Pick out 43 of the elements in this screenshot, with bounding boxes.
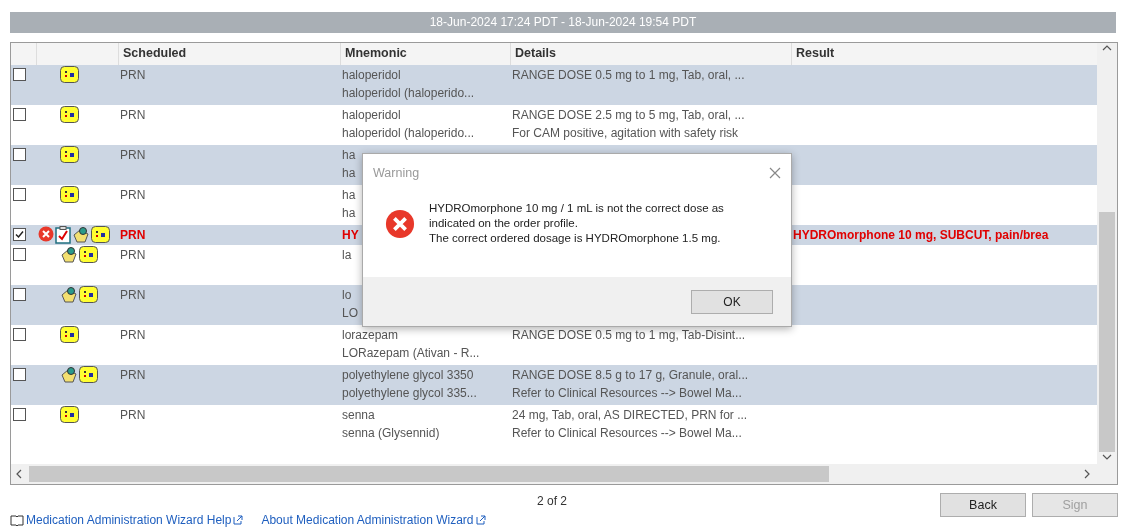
mnemonic-text: ha	[342, 146, 356, 164]
mnemonic-text: LORazepam (Ativan - R...	[342, 344, 480, 362]
scheduled-text: PRN	[120, 286, 146, 304]
mnemonic-text: haloperidol (haloperido...	[342, 84, 475, 102]
mnemonic-text: lo	[342, 286, 352, 304]
mnemonic-text: ha	[342, 204, 356, 222]
details-text: RANGE DOSE 2.5 mg to 5 mg, Tab, oral, ...	[512, 106, 745, 124]
scheduled-text: PRN	[120, 366, 146, 384]
mnemonic-text: senna	[342, 406, 375, 424]
date-range-header: 18-Jun-2024 17:24 PDT - 18-Jun-2024 19:54 PDT	[10, 12, 1116, 33]
scheduled-text: PRN	[120, 226, 146, 244]
mnemonic-text: ha	[342, 186, 356, 204]
mnemonic-text: polyethylene glycol 3350	[342, 366, 474, 384]
scheduled-text: PRN	[120, 246, 146, 264]
dialog-title: Warning	[373, 166, 420, 180]
mnemonic-text: lorazepam	[342, 326, 399, 344]
details-text: RANGE DOSE 0.5 mg to 1 mg, Tab-Disint...	[512, 326, 746, 344]
mnemonic-text: LO	[342, 304, 358, 322]
scheduled-text: PRN	[120, 326, 146, 344]
scheduled-text: PRN	[120, 186, 146, 204]
mnemonic-text: la	[342, 246, 352, 264]
details-text: RANGE DOSE 0.5 mg to 1 mg, Tab, oral, ...	[512, 66, 745, 84]
mnemonic-text: HY	[342, 226, 359, 244]
mnemonic-text: polyethylene glycol 335...	[342, 384, 477, 402]
mnemonic-text: haloperidol	[342, 66, 401, 84]
warning-message: The correct ordered dosage is HYDROmorphone 1.5 mg.	[429, 231, 722, 246]
result-text: HYDROmorphone 10 mg, SUBCUT, pain/brea	[793, 226, 1049, 244]
page-indicator: 2 of 2	[537, 494, 568, 509]
details-text: 24 mg, Tab, oral, AS DIRECTED, PRN for ...	[512, 406, 748, 424]
details-text: Refer to Clinical Resources --> Bowel Ma...	[512, 424, 742, 442]
warning-message: HYDROmorphone 10 mg / 1 mL is not the correct dose as	[429, 201, 724, 216]
mnemonic-text: senna (Glysennid)	[342, 424, 440, 442]
scheduled-text: PRN	[120, 66, 146, 84]
details-text: Refer to Clinical Resources --> Bowel Ma...	[512, 384, 742, 402]
scheduled-text: PRN	[120, 406, 146, 424]
scheduled-text: PRN	[120, 146, 146, 164]
warning-message: indicated on the order profile.	[429, 216, 579, 231]
scheduled-text: PRN	[120, 106, 146, 124]
details-text: For CAM positive, agitation with safety risk	[512, 124, 739, 142]
mnemonic-text: haloperidol	[342, 106, 401, 124]
details-text: RANGE DOSE 8.5 g to 17 g, Granule, oral...	[512, 366, 749, 384]
mnemonic-text: ha	[342, 164, 356, 182]
mnemonic-text: haloperidol (haloperido...	[342, 124, 475, 142]
